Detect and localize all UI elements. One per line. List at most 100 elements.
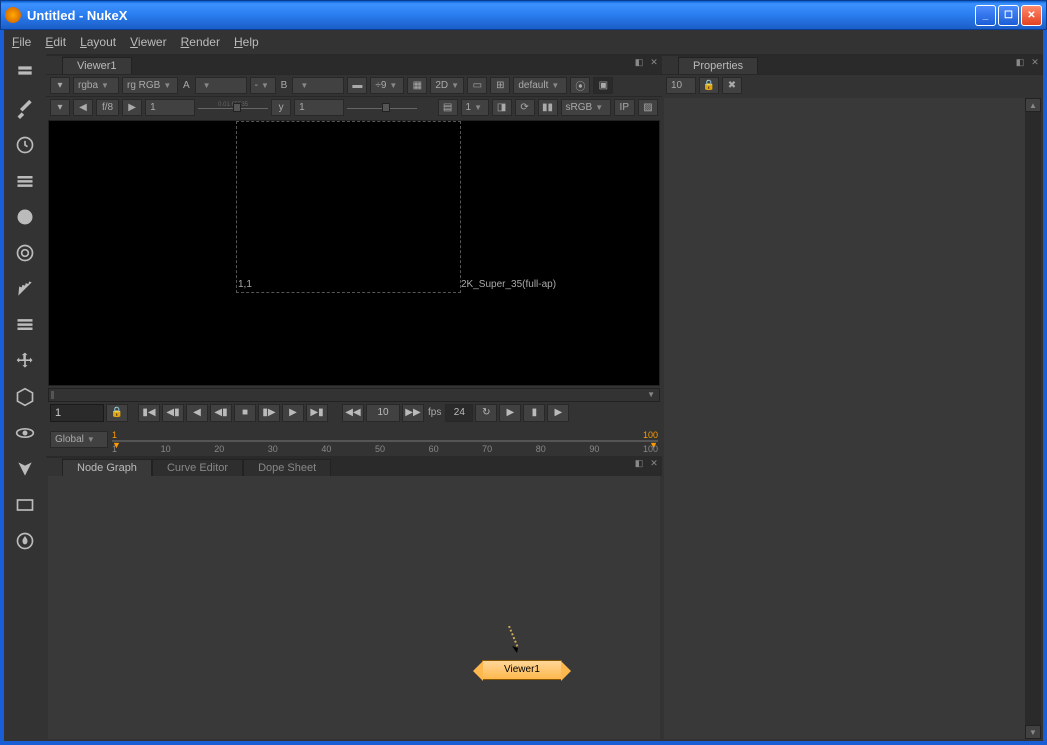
clip-warning-icon[interactable]: ▬ [347,77,367,94]
layer-dropdown[interactable]: 1▼ [461,99,489,116]
play-back-icon[interactable]: ◀ [186,404,208,422]
lock-range-icon[interactable]: 🔒 [106,404,128,422]
viewer-viewport[interactable]: 1,1 2K_Super_35(full-ap) [48,120,660,386]
gamma-toggle-icon[interactable]: y [271,99,291,116]
stereo-icon[interactable]: ▭ [467,77,487,94]
tool-channel-icon[interactable] [14,170,36,192]
tool-arrow-icon[interactable] [14,62,36,84]
timeline-mode-dropdown[interactable]: Global▼ [50,431,108,448]
wipe-icon[interactable]: ◨ [492,99,512,116]
pane-menu2-icon[interactable]: ▾ [50,99,70,116]
loop-icon[interactable]: ↻ [475,404,497,422]
tool-filter-icon[interactable] [14,242,36,264]
nodegraph-canvas[interactable]: Viewer1 [48,476,660,740]
tab-nodegraph[interactable]: Node Graph [62,459,152,476]
a-input-dropdown[interactable]: ▼ [195,77,247,94]
multiview-icon[interactable]: ⊞ [490,77,510,94]
step-fwd-icon[interactable]: ▮▶ [258,404,280,422]
menu-layout[interactable]: Layout [80,35,116,49]
minimize-button[interactable]: _ [975,5,996,26]
gamma-slider[interactable] [347,99,417,116]
tool-flame-icon[interactable] [14,530,36,552]
menu-file[interactable]: File [12,35,31,49]
pause-icon[interactable]: ▮▮ [538,99,558,116]
flipbook-icon[interactable]: ▶ [547,404,569,422]
ng-panel-close-icon[interactable]: ✕ [648,458,660,470]
camera-dropdown[interactable]: default▼ [513,77,567,94]
tool-views-icon[interactable] [14,422,36,444]
properties-max-count[interactable]: 10 [666,77,696,94]
tool-other-icon[interactable] [14,494,36,516]
fast-fwd-icon[interactable]: ▶▶ [402,404,424,422]
tool-color-icon[interactable] [14,206,36,228]
fps-field[interactable]: 24 [445,404,473,422]
props-lock-icon[interactable]: 🔒 [699,77,719,94]
menu-help[interactable]: Help [234,35,259,49]
menu-render[interactable]: Render [181,35,220,49]
frame-range-start[interactable]: 1 [50,404,104,422]
panel-float-icon[interactable]: ◧ [633,56,645,68]
downscale-dropdown[interactable]: ÷9▼ [370,77,404,94]
fstop-next-icon[interactable]: ▶ [122,99,142,116]
gain-slider[interactable]: 0.01 65535 [198,99,268,116]
props-panel-close-icon[interactable]: ✕ [1029,56,1041,68]
layers-icon[interactable]: ▤ [438,99,458,116]
viewer-scroll[interactable]: ▼ [48,388,660,402]
props-clear-icon[interactable]: ✖ [722,77,742,94]
tab-viewer1[interactable]: Viewer1 [62,57,132,74]
current-frame[interactable]: 10 [366,404,400,422]
fstop-button[interactable]: f/8 [96,99,119,116]
next-key-icon[interactable]: ▶▮ [306,404,328,422]
tool-time-icon[interactable] [14,134,36,156]
panel-close-icon[interactable]: ✕ [648,56,660,68]
properties-scrollbar[interactable]: ▲ ▼ [1025,98,1041,739]
props-panel-float-icon[interactable]: ◧ [1014,56,1026,68]
ng-panel-float-icon[interactable]: ◧ [633,458,645,470]
step-back-icon[interactable]: ◀▮ [210,404,232,422]
node-viewer1[interactable]: Viewer1 [482,660,562,680]
tab-properties[interactable]: Properties [678,57,758,74]
tool-meta-icon[interactable] [14,458,36,480]
zebra-icon[interactable]: ▨ [638,99,658,116]
maximize-button[interactable]: ☐ [998,5,1019,26]
pane-menu-icon[interactable]: ▾ [50,77,70,94]
viewport-coords: 1,1 [238,279,252,290]
goto-last-icon[interactable]: ▮ [523,404,545,422]
scroll-menu-icon[interactable]: ▼ [647,390,655,399]
gamma-input[interactable] [294,99,344,116]
tool-transform-icon[interactable] [14,350,36,372]
menu-edit[interactable]: Edit [45,35,66,49]
scroll-up-icon[interactable]: ▲ [1025,98,1041,112]
fast-back-icon[interactable]: ◀◀ [342,404,364,422]
channel-dropdown[interactable]: rgba▼ [73,77,119,94]
timeline[interactable]: 1▼ 100▼ 1 10 20 30 40 50 60 70 80 90 100 [112,426,658,454]
stop-icon[interactable]: ■ [234,404,256,422]
view-mode-dropdown[interactable]: 2D▼ [430,77,464,94]
tool-merge-icon[interactable] [14,314,36,336]
tab-dopesheet[interactable]: Dope Sheet [243,459,331,476]
b-input-dropdown[interactable]: ▼ [292,77,344,94]
refresh-icon[interactable]: ⟳ [515,99,535,116]
close-button[interactable]: ✕ [1021,5,1042,26]
fullscreen-icon[interactable]: ▶ [499,404,521,422]
ip-button[interactable]: IP [614,99,635,116]
scroll-down-icon[interactable]: ▼ [1025,725,1041,739]
rgb-dropdown[interactable]: rg RGB▼ [122,77,178,94]
lock-camera-icon[interactable]: ⦿ [570,77,590,94]
tab-curveeditor[interactable]: Curve Editor [152,459,243,476]
a-op-dropdown[interactable]: -▼ [250,77,276,94]
prev-key-icon[interactable]: ◀▮ [162,404,184,422]
menu-viewer[interactable]: Viewer [130,35,166,49]
region-icon[interactable]: ▣ [593,77,613,94]
play-fwd-icon[interactable]: ▶ [282,404,304,422]
proxy-toggle-icon[interactable]: ▦ [407,77,427,94]
colorspace-dropdown[interactable]: sRGB▼ [561,99,611,116]
viewport-format: 2K_Super_35(full-ap) [461,279,556,290]
tool-keyer-icon[interactable] [14,278,36,300]
tool-brush-icon[interactable] [14,98,36,120]
gain-input[interactable] [145,99,195,116]
goto-first-icon[interactable]: ▮◀ [138,404,160,422]
fstop-prev-icon[interactable]: ◀ [73,99,93,116]
tool-3d-icon[interactable] [14,386,36,408]
node-input-arrow-icon[interactable] [504,626,524,656]
